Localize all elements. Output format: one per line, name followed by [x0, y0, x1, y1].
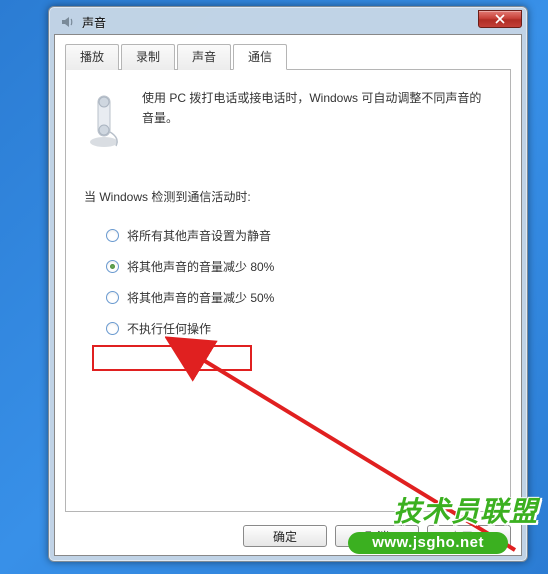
- tab-recording[interactable]: 录制: [121, 44, 175, 70]
- radio-dot-icon: [106, 229, 119, 242]
- radio-reduce-80[interactable]: 将其他声音的音量减少 80%: [106, 258, 492, 275]
- client-area: 播放 录制 声音 通信 使用 PC 拨打电话或接电话时，Windows 可自动调…: [54, 34, 522, 556]
- apply-button[interactable]: 应用(A): [427, 525, 511, 547]
- detect-label: 当 Windows 检测到通信活动时:: [84, 188, 492, 205]
- radio-do-nothing[interactable]: 不执行任何操作: [106, 320, 492, 337]
- tab-body-communications: 使用 PC 拨打电话或接电话时，Windows 可自动调整不同声音的音量。 当 …: [65, 70, 511, 512]
- description-text: 使用 PC 拨打电话或接电话时，Windows 可自动调整不同声音的音量。: [142, 88, 492, 129]
- titlebar[interactable]: 声音: [54, 12, 522, 34]
- description-row: 使用 PC 拨打电话或接电话时，Windows 可自动调整不同声音的音量。: [84, 88, 492, 148]
- radio-label: 将其他声音的音量减少 50%: [127, 289, 274, 306]
- annotation-highlight-box: [92, 345, 252, 371]
- radio-mute-all[interactable]: 将所有其他声音设置为静音: [106, 227, 492, 244]
- radio-dot-icon: [106, 322, 119, 335]
- tab-communications[interactable]: 通信: [233, 44, 287, 70]
- sound-dialog-window: 声音 播放 录制 声音 通信: [48, 6, 528, 562]
- cancel-button[interactable]: 取消: [335, 525, 419, 547]
- radio-label: 将其他声音的音量减少 80%: [127, 258, 274, 275]
- tabs: 播放 录制 声音 通信: [65, 43, 511, 70]
- sound-icon: [60, 14, 76, 30]
- tab-playback[interactable]: 播放: [65, 44, 119, 70]
- radio-reduce-50[interactable]: 将其他声音的音量减少 50%: [106, 289, 492, 306]
- radio-group: 将所有其他声音设置为静音 将其他声音的音量减少 80% 将其他声音的音量减少 5…: [106, 227, 492, 337]
- radio-label: 不执行任何操作: [127, 320, 211, 337]
- ok-button[interactable]: 确定: [243, 525, 327, 547]
- window-title: 声音: [82, 14, 106, 31]
- dialog-buttons: 确定 取消 应用(A): [243, 525, 511, 547]
- phone-icon: [84, 88, 124, 148]
- close-button[interactable]: [478, 10, 522, 28]
- tab-sounds[interactable]: 声音: [177, 44, 231, 70]
- radio-dot-icon: [106, 260, 119, 273]
- radio-dot-icon: [106, 291, 119, 304]
- radio-label: 将所有其他声音设置为静音: [127, 227, 271, 244]
